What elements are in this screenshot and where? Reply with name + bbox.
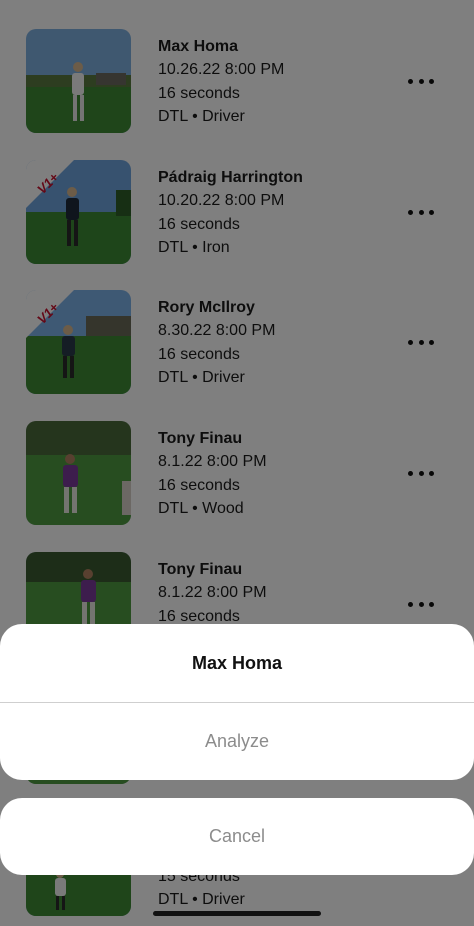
cancel-button[interactable]: Cancel [0,798,474,875]
analyze-button[interactable]: Analyze [0,703,474,780]
action-sheet-title: Max Homa [191,652,283,673]
home-indicator [153,911,321,916]
action-sheet: Max Homa Analyze [0,624,474,780]
modal-scrim[interactable] [0,0,474,926]
